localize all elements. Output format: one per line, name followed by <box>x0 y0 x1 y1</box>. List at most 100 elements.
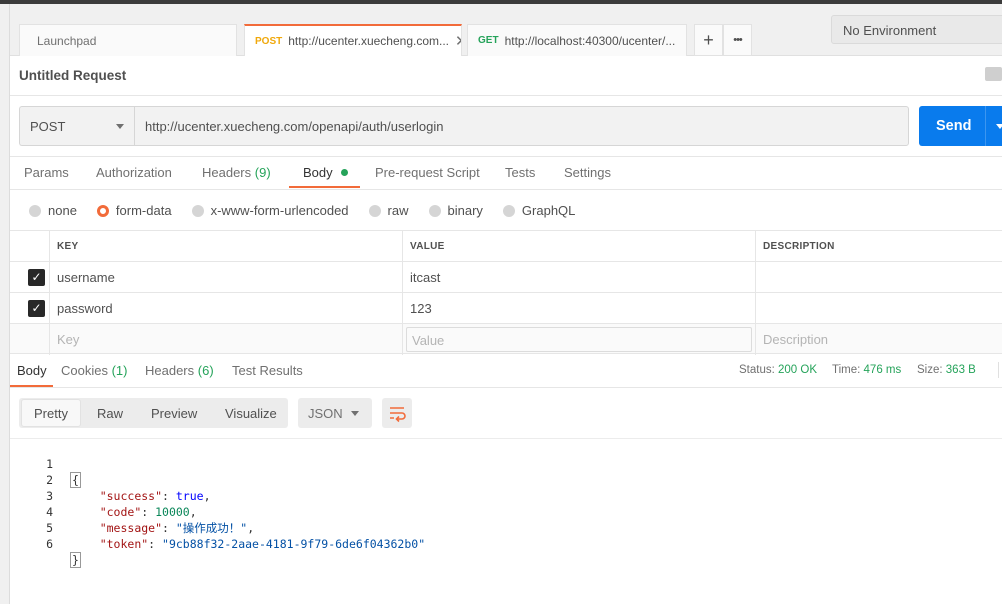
send-button[interactable]: Send <box>919 106 1002 146</box>
tab-body[interactable]: Body <box>303 165 349 180</box>
chevron-down-icon <box>116 124 124 129</box>
column-header-description: DESCRIPTION <box>755 231 1002 262</box>
chevron-down-icon <box>351 411 359 416</box>
value-placeholder[interactable]: Value <box>406 327 752 352</box>
format-select-label: JSON <box>308 406 343 421</box>
raw-button[interactable]: Raw <box>85 398 135 428</box>
json-value: "9cb88f32-2aae-4181-9f79-6de6f04362b0" <box>162 537 426 551</box>
preview-button[interactable]: Preview <box>139 398 209 428</box>
tab-launchpad-label: Launchpad <box>37 33 97 48</box>
radio-label: form-data <box>115 203 172 218</box>
description-placeholder[interactable]: Description <box>755 324 1002 355</box>
time-value[interactable]: 476 ms <box>864 364 902 376</box>
code-text: } <box>70 552 81 568</box>
headers-count: (9) <box>254 165 271 180</box>
response-time: Time: 476 ms <box>832 364 901 376</box>
key-placeholder[interactable]: Key <box>49 324 402 355</box>
column-header-key: KEY <box>49 231 402 262</box>
radio-form-data[interactable]: form-data <box>96 203 172 218</box>
response-tab-test-results[interactable]: Test Results <box>232 363 303 378</box>
checkbox-checked[interactable]: ✓ <box>28 269 45 286</box>
save-response-icon[interactable] <box>998 362 1002 378</box>
method-select[interactable]: POST <box>19 106 134 146</box>
tab-url: http://ucenter.xuecheng.com... <box>288 34 449 48</box>
radio-circle-selected <box>96 204 109 217</box>
code-line: 3 "code": 10000, <box>10 472 1002 519</box>
radio-label: GraphQL <box>521 203 576 218</box>
table-row: ✓ username itcast <box>10 261 1002 293</box>
key-cell[interactable]: password <box>49 293 402 324</box>
description-cell[interactable] <box>755 293 1002 324</box>
response-tab-headers[interactable]: Headers (6) <box>145 363 214 378</box>
close-icon[interactable]: ✕ <box>455 32 461 50</box>
radio-graphql[interactable]: GraphQL <box>502 203 576 218</box>
url-input[interactable]: http://ucenter.xuecheng.com/openapi/auth… <box>134 106 909 146</box>
body-type-radios: none form-data x-www-form-urlencoded raw… <box>29 203 595 218</box>
response-status: Status: 200 OK <box>739 364 817 376</box>
code-line: 2 "success": true, <box>10 456 1002 503</box>
add-tab-button[interactable]: + <box>694 24 723 56</box>
tab-body-label: Body <box>303 165 333 180</box>
request-title[interactable]: Untitled Request <box>19 68 126 83</box>
tab-get-request[interactable]: GET http://localhost:40300/ucenter/... <box>467 24 687 56</box>
key-cell[interactable]: username <box>49 262 402 293</box>
table-header-row: KEY VALUE DESCRIPTION <box>10 230 1002 262</box>
tab-params[interactable]: Params <box>24 165 69 180</box>
plus-icon: + <box>703 29 714 50</box>
code-line: 5 "token": "9cb88f32-2aae-4181-9f79-6de6… <box>10 504 1002 551</box>
response-size: Size: 363 B <box>917 364 976 376</box>
response-tab-cookies[interactable]: Cookies (1) <box>61 363 127 378</box>
pretty-button[interactable]: Pretty <box>21 399 81 427</box>
tab-prerequest-script[interactable]: Pre-request Script <box>375 165 480 180</box>
cookies-label: Cookies <box>61 363 108 378</box>
radio-circle <box>428 204 441 217</box>
format-select[interactable]: JSON <box>298 398 372 428</box>
radio-urlencoded[interactable]: x-www-form-urlencoded <box>191 203 349 218</box>
response-tab-body[interactable]: Body <box>17 363 47 378</box>
value-cell[interactable]: 123 <box>402 293 755 324</box>
time-label: Time: <box>832 364 861 376</box>
radio-binary[interactable]: binary <box>428 203 483 218</box>
value-cell-new: Value <box>402 324 755 355</box>
checkbox-checked[interactable]: ✓ <box>28 300 45 317</box>
more-tabs-button[interactable]: ••• <box>723 24 752 56</box>
radio-none[interactable]: none <box>29 203 77 218</box>
tab-headers-label: Headers <box>202 165 252 180</box>
divider <box>10 387 1002 388</box>
status-value[interactable]: 200 OK <box>778 364 817 376</box>
headers-count: (6) <box>197 363 214 378</box>
response-body-code[interactable]: 1 { 2 "success": true, 3 "code": 10000, … <box>10 438 1002 604</box>
tab-tests[interactable]: Tests <box>505 165 535 180</box>
send-split-divider <box>985 106 986 146</box>
radio-circle <box>502 204 515 217</box>
table-row-new: Key Value Description <box>10 323 1002 355</box>
visualize-button[interactable]: Visualize <box>213 398 289 428</box>
value-cell[interactable]: itcast <box>402 262 755 293</box>
radio-raw[interactable]: raw <box>368 203 409 218</box>
wrap-lines-icon <box>390 407 406 423</box>
divider <box>10 156 1002 157</box>
send-options-chevron-icon[interactable] <box>996 124 1002 129</box>
column-header-value: VALUE <box>402 231 755 262</box>
tab-launchpad[interactable]: Launchpad <box>19 24 237 56</box>
environment-select[interactable]: No Environment <box>831 15 1002 44</box>
comment-icon[interactable] <box>985 67 1002 81</box>
size-value[interactable]: 363 B <box>946 364 976 376</box>
tab-headers[interactable]: Headers (9) <box>202 165 271 180</box>
tab-settings[interactable]: Settings <box>564 165 611 180</box>
radio-circle <box>191 204 204 217</box>
divider <box>10 189 1002 190</box>
cookies-count: (1) <box>111 363 128 378</box>
code-line: 1 { <box>10 440 1002 488</box>
description-cell[interactable] <box>755 262 1002 293</box>
divider <box>10 95 1002 96</box>
tab-post-request[interactable]: POST http://ucenter.xuecheng.com... ✕ <box>244 24 462 56</box>
tab-authorization[interactable]: Authorization <box>96 165 172 180</box>
code-line: 6 } <box>10 520 1002 568</box>
code-line: 4 "message": "操作成功！", <box>10 488 1002 535</box>
left-sidebar-edge <box>0 4 10 604</box>
body-active-dot-icon <box>341 169 349 176</box>
wrap-lines-button[interactable] <box>382 398 412 428</box>
send-label: Send <box>936 118 972 134</box>
radio-label: none <box>48 203 77 218</box>
